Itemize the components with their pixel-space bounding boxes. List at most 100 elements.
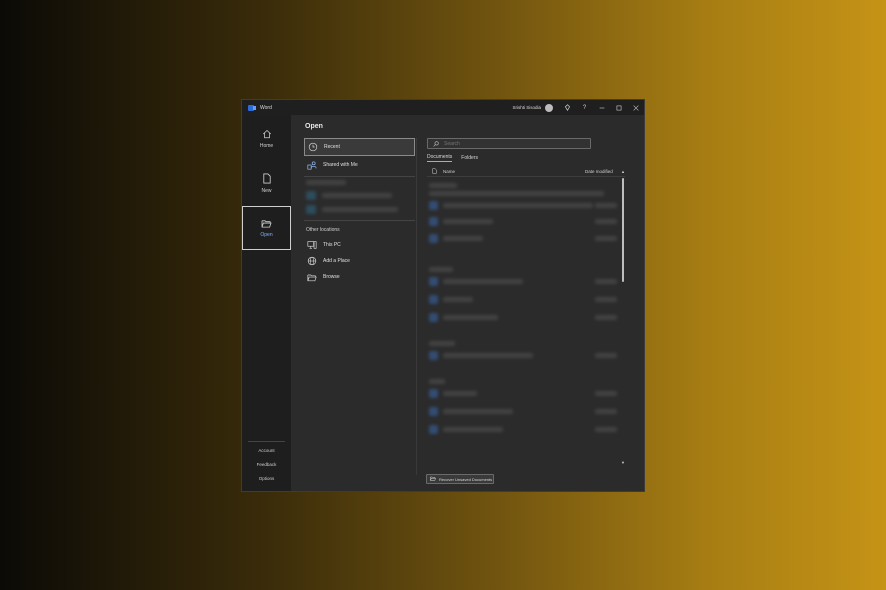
nav-open[interactable]: Open	[242, 206, 291, 250]
table-row[interactable]	[427, 387, 617, 401]
tab-folders[interactable]: Folders	[461, 155, 478, 162]
nav-new-label: New	[261, 187, 272, 194]
group-label	[429, 379, 445, 384]
table-row[interactable]	[427, 275, 617, 289]
document-name	[443, 427, 503, 432]
help-icon[interactable]: ?	[576, 100, 593, 115]
table-row[interactable]	[427, 215, 617, 229]
document-name	[443, 297, 473, 302]
location-browse-label: Browse	[323, 274, 340, 280]
document-name	[443, 203, 593, 208]
cloud-icon	[306, 190, 316, 200]
location-browse[interactable]: Browse	[304, 269, 415, 285]
word-window: Word Srishti Sisodia ? Home New Open Acc…	[241, 99, 645, 492]
location-this-pc[interactable]: This PC	[304, 237, 415, 253]
word-file-icon	[429, 313, 438, 322]
document-name	[443, 353, 533, 358]
nav-divider	[248, 441, 285, 442]
app-name: Word	[260, 104, 272, 111]
document-date	[595, 391, 617, 396]
document-name	[443, 279, 523, 284]
document-date	[595, 219, 617, 224]
document-name	[443, 219, 493, 224]
nav-home[interactable]: Home	[242, 117, 291, 161]
word-file-icon	[429, 201, 438, 210]
folder-open-icon	[261, 219, 272, 228]
title-bar: Word Srishti Sisodia ?	[242, 100, 644, 115]
tab-documents[interactable]: Documents	[427, 154, 453, 162]
table-row[interactable]	[429, 191, 604, 196]
word-logo-icon	[248, 104, 256, 111]
new-document-icon	[262, 173, 271, 183]
document-date	[595, 409, 617, 414]
column-date-header[interactable]: Date modified	[585, 169, 625, 174]
other-locations-heading: Other locations	[306, 227, 340, 233]
location-recent[interactable]: Recent	[304, 138, 415, 156]
nav-feedback[interactable]: Feedback	[242, 462, 291, 467]
avatar[interactable]	[545, 103, 553, 112]
document-name	[443, 409, 513, 414]
maximize-icon[interactable]	[610, 100, 627, 115]
word-file-icon	[429, 351, 438, 360]
table-row[interactable]	[427, 293, 617, 307]
computer-icon	[307, 240, 317, 250]
table-row[interactable]	[427, 232, 617, 246]
document-date	[595, 203, 617, 208]
document-name	[443, 236, 483, 241]
column-name-header[interactable]: Name	[441, 169, 585, 174]
table-header: Name Date modified	[427, 167, 625, 177]
scrollbar-thumb[interactable]	[622, 178, 624, 282]
group-label	[429, 341, 455, 346]
nav-open-label: Open	[260, 231, 273, 238]
document-date	[595, 427, 617, 432]
table-row[interactable]	[427, 423, 617, 437]
document-date	[595, 353, 617, 358]
location-add-place[interactable]: Add a Place	[304, 253, 415, 269]
group-label	[429, 183, 457, 188]
scroll-up-arrow[interactable]: ▲	[620, 169, 626, 174]
blurred-account-row[interactable]	[304, 188, 415, 202]
search-box[interactable]	[427, 138, 591, 149]
shared-users-icon	[307, 160, 317, 170]
nav-options[interactable]: Options	[242, 476, 291, 481]
folder-icon	[307, 272, 317, 282]
table-row[interactable]	[427, 199, 617, 213]
folder-icon	[430, 476, 436, 482]
locations-divider	[304, 176, 415, 177]
nav-account[interactable]: Account	[242, 448, 291, 453]
blurred-account-label	[306, 180, 346, 185]
table-row[interactable]	[427, 349, 617, 363]
blurred-account-row[interactable]	[304, 202, 415, 216]
sharepoint-icon	[306, 204, 316, 214]
word-file-icon	[429, 389, 438, 398]
nav-new[interactable]: New	[242, 161, 291, 205]
backstage-nav: Home New Open Account Feedback Options	[242, 115, 291, 491]
file-type-icon[interactable]	[427, 168, 441, 175]
close-icon[interactable]	[627, 100, 644, 115]
word-file-icon	[429, 234, 438, 243]
blurred-account-text	[322, 206, 398, 212]
recover-unsaved-button[interactable]: Recover Unsaved Documents	[426, 474, 494, 484]
location-shared-label: Shared with Me	[323, 162, 358, 168]
user-name[interactable]: Srishti Sisodia	[512, 105, 541, 110]
recover-unsaved-label: Recover Unsaved Documents	[439, 476, 493, 482]
word-file-icon	[429, 425, 438, 434]
location-recent-label: Recent	[324, 144, 340, 150]
location-add-place-label: Add a Place	[323, 258, 350, 264]
locations-list: Recent Shared with Me Other locations Th…	[304, 138, 415, 285]
recent-documents-panel: Documents Folders Name Date modified	[427, 138, 625, 465]
search-input[interactable]	[444, 140, 584, 147]
diamond-icon[interactable]	[559, 100, 576, 115]
scroll-down-arrow[interactable]: ▼	[620, 460, 626, 465]
minimize-icon[interactable]	[593, 100, 610, 115]
home-icon	[262, 129, 271, 139]
table-row[interactable]	[427, 311, 617, 325]
document-date	[595, 315, 617, 320]
location-shared[interactable]: Shared with Me	[304, 156, 415, 174]
globe-icon	[307, 256, 317, 266]
locations-divider	[304, 220, 415, 221]
clock-icon	[308, 142, 318, 152]
search-icon	[433, 140, 439, 147]
table-row[interactable]	[427, 405, 617, 419]
word-file-icon	[429, 295, 438, 304]
